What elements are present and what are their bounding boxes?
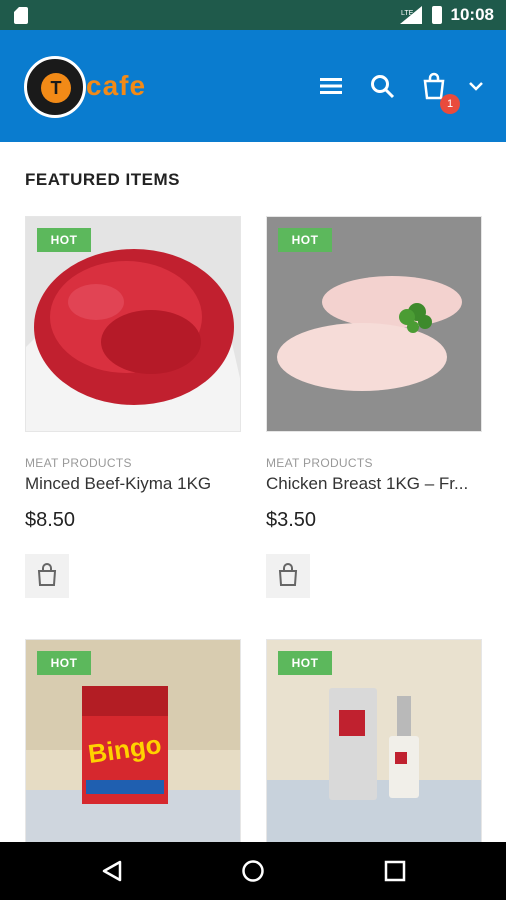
shopping-bag-icon	[278, 563, 298, 586]
status-bar: LTE 10:08	[0, 0, 506, 30]
hot-badge: HOT	[37, 228, 91, 252]
home-icon[interactable]	[241, 859, 265, 883]
section-title: FEATURED ITEMS	[25, 170, 180, 189]
product-card[interactable]: HOT MEAT PRODUCTS Chicken Breast 1KG – F…	[266, 216, 482, 598]
hot-badge: HOT	[278, 228, 332, 252]
system-nav-bar	[0, 842, 506, 900]
clock: 10:08	[450, 5, 494, 24]
add-to-cart-button[interactable]	[266, 554, 310, 598]
app-header: T cafe 1	[0, 30, 506, 142]
product-image[interactable]: HOT	[266, 216, 482, 432]
product-category[interactable]: MEAT PRODUCTS	[266, 456, 373, 470]
product-card[interactable]: HOT	[266, 639, 482, 855]
product-category[interactable]: MEAT PRODUCTS	[25, 456, 132, 470]
signal-icon: LTE	[400, 6, 422, 24]
product-name[interactable]: Minced Beef-Kiyma 1KG	[25, 474, 241, 494]
product-image[interactable]: HOT	[266, 639, 482, 855]
sd-card-icon	[14, 7, 28, 24]
shopping-bag-icon	[37, 563, 57, 586]
logo[interactable]: T cafe	[24, 54, 164, 120]
logo-letter: T	[41, 73, 71, 103]
menu-icon[interactable]	[317, 72, 345, 100]
product-image[interactable]: Bingo HOT	[25, 639, 241, 855]
product-card[interactable]: Bingo HOT	[25, 639, 241, 855]
search-icon[interactable]	[368, 72, 396, 100]
add-to-cart-button[interactable]	[25, 554, 69, 598]
hot-badge: HOT	[37, 651, 91, 675]
chevron-down-icon[interactable]	[466, 76, 486, 96]
product-price: $3.50	[266, 509, 317, 531]
product-name[interactable]: Chicken Breast 1KG – Fr...	[266, 474, 482, 494]
product-card[interactable]: HOT MEAT PRODUCTS Minced Beef-Kiyma 1KG …	[25, 216, 241, 598]
cart-count-badge: 1	[440, 94, 460, 114]
recents-icon[interactable]	[384, 860, 406, 882]
product-price: $8.50	[25, 509, 76, 531]
hot-badge: HOT	[278, 651, 332, 675]
logo-word: cafe	[86, 70, 147, 101]
battery-icon	[432, 6, 442, 24]
logo-mark: T	[24, 56, 86, 118]
svg-text:LTE: LTE	[401, 10, 414, 17]
back-icon[interactable]	[100, 859, 124, 883]
product-image[interactable]: HOT	[25, 216, 241, 432]
